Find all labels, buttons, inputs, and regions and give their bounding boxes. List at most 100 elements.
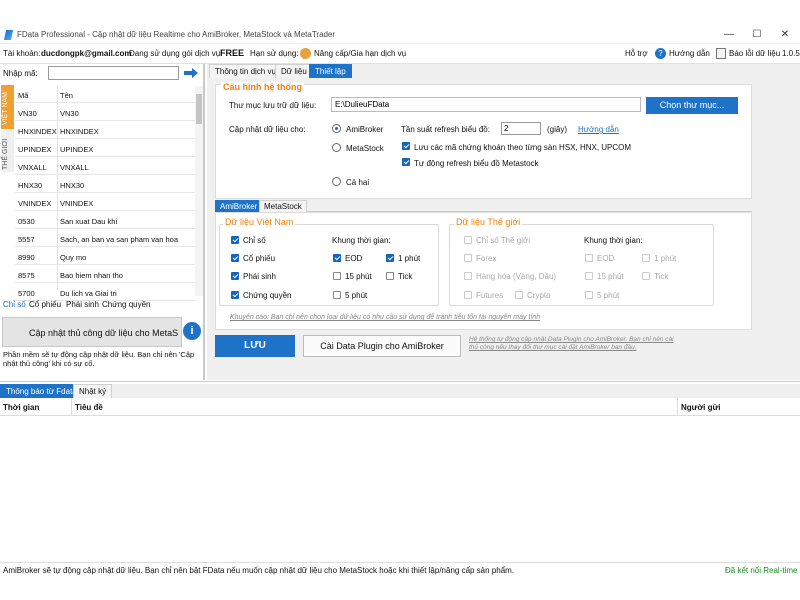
tab-chung-quyen[interactable]: Chứng quyền (102, 300, 151, 309)
symbol-row[interactable]: VNINDEX VNINDEX (15, 194, 195, 211)
world-5min-checkbox[interactable] (585, 291, 593, 299)
world-eod-checkbox[interactable] (585, 254, 593, 262)
col-name: Tên (60, 91, 73, 100)
vn-eod-label: EOD (345, 254, 363, 263)
symbol-name: San xuat Dau khi (60, 217, 118, 226)
system-config-title: Cấu hình hệ thống (221, 82, 304, 92)
symbol-row[interactable]: 8990 Quy mo (15, 248, 195, 265)
world-1min-label: 1 phút (654, 254, 677, 263)
vn-data-title: Dữ liệu Việt Nam (223, 217, 296, 227)
vn-chung-quyen-label: Chứng quyền (243, 291, 292, 300)
world-5min-label: 5 phút (597, 291, 620, 300)
bug-report-icon (716, 48, 726, 59)
vn-eod-checkbox[interactable] (333, 254, 341, 262)
world-futures-label: Futures (476, 291, 504, 300)
symbol-input[interactable] (48, 66, 179, 80)
world-15min-checkbox[interactable] (585, 272, 593, 280)
tab-amibroker[interactable]: AmiBroker (215, 200, 263, 212)
arrow-right-icon[interactable] (183, 67, 199, 79)
world-index-checkbox[interactable] (464, 236, 472, 244)
log-panel: Thông báo từ Fdata Nhật ký Thời gian Tiê… (0, 381, 800, 561)
symbol-row[interactable]: UPINDEX UPINDEX (15, 140, 195, 157)
symbol-row[interactable]: HNXINDEX HNXINDEX (15, 122, 195, 139)
vn-15min-checkbox[interactable] (333, 272, 341, 280)
tab-service-info[interactable]: Thông tin dịch vụ (209, 64, 282, 78)
world-tick-checkbox[interactable] (642, 272, 650, 280)
log-tab-strip: Thông báo từ Fdata Nhật ký (0, 384, 800, 398)
world-1min-checkbox[interactable] (642, 254, 650, 262)
symbol-code: 5700 (18, 289, 35, 298)
status-bar: AmiBroker sẽ tự động cập nhật dữ liệu. B… (0, 562, 800, 576)
version-label: 1.0.5 (782, 49, 800, 58)
side-tab-world[interactable]: THẾ GIỚI (1, 130, 14, 172)
refresh-stepper[interactable] (501, 122, 541, 135)
symbol-code: UPINDEX (18, 145, 52, 154)
world-forex-checkbox[interactable] (464, 254, 472, 262)
symbol-name: Sach, an ban va san pham van hoa (60, 235, 179, 244)
symbol-row[interactable]: VNXALL VNXALL (15, 158, 195, 175)
symbol-name: HNXINDEX (60, 127, 99, 136)
manual-update-button[interactable]: Cập nhật thủ công dữ liệu cho MetaS (2, 317, 182, 347)
maximize-button[interactable]: ☐ (744, 28, 770, 42)
install-plugin-button[interactable]: Cài Data Plugin cho AmiBroker (303, 335, 461, 357)
info-icon: i (183, 322, 201, 340)
vn-chi-so-checkbox[interactable] (231, 236, 239, 244)
symbol-row[interactable]: VN30 VN30 (15, 104, 195, 121)
radio-both[interactable] (332, 177, 341, 186)
vn-phai-sinh-checkbox[interactable] (231, 272, 239, 280)
world-commodity-checkbox[interactable] (464, 272, 472, 280)
guide-link[interactable]: Hướng dẫn (669, 49, 710, 58)
upgrade-icon (300, 48, 311, 59)
auto-refresh-label: Tự động refresh biểu đồ Metastock (414, 159, 539, 168)
recommendation-text: Khuyến cáo: Bạn chỉ nên chọn loại dữ liệ… (230, 314, 541, 321)
symbol-row[interactable]: 0530 San xuat Dau khi (15, 212, 195, 229)
vn-chung-quyen-checkbox[interactable] (231, 291, 239, 299)
tab-log[interactable]: Nhật ký (73, 384, 113, 398)
symbol-row[interactable]: 5557 Sach, an ban va san pham van hoa (15, 230, 195, 247)
vn-tick-label: Tick (398, 272, 413, 281)
minimize-button[interactable]: — (716, 28, 742, 42)
radio-metastock[interactable] (332, 143, 341, 152)
world-futures-checkbox[interactable] (464, 291, 472, 299)
symbol-row[interactable]: HNX30 HNX30 (15, 176, 195, 193)
tab-notifications[interactable]: Thông báo từ Fdata (0, 384, 83, 398)
tab-data[interactable]: Dữ liệu (275, 64, 313, 78)
side-tab-vietnam-label: VIỆT NAM (2, 92, 9, 125)
save-by-exchange-checkbox[interactable] (402, 142, 410, 150)
vn-co-phieu-checkbox[interactable] (231, 254, 239, 262)
tab-co-phieu[interactable]: Cổ phiếu (29, 300, 61, 309)
folder-label: Thư mục lưu trữ dữ liệu: (229, 101, 317, 110)
world-crypto-checkbox[interactable] (515, 291, 523, 299)
vn-1min-checkbox[interactable] (386, 254, 394, 262)
radio-amibroker[interactable] (332, 124, 341, 133)
vn-tick-checkbox[interactable] (386, 272, 394, 280)
auto-refresh-checkbox[interactable] (402, 158, 410, 166)
vn-5min-label: 5 phút (345, 291, 368, 300)
radio-both-label: Cả hai (346, 178, 370, 187)
save-button[interactable]: LƯU (215, 335, 295, 357)
support-link[interactable]: Hỗ trợ (625, 49, 648, 58)
tab-chi-so[interactable]: Chỉ số (3, 300, 26, 309)
vn-5min-checkbox[interactable] (333, 291, 341, 299)
vn-co-phieu-label: Cổ phiếu (243, 254, 276, 263)
platform-tab-strip: AmiBroker MetaStock (215, 200, 752, 212)
side-tab-world-label: THẾ GIỚI (2, 138, 9, 170)
scrollbar-thumb[interactable] (196, 94, 202, 124)
tab-settings[interactable]: Thiết lập (309, 64, 352, 78)
upgrade-link[interactable]: Nâng cấp/Gia hạn dịch vụ (314, 49, 406, 58)
package-value: FREE (220, 48, 245, 58)
grid-scrollbar[interactable] (195, 86, 203, 296)
close-button[interactable]: ✕ (772, 28, 798, 42)
symbol-row[interactable]: 8575 Bao hiem nhan tho (15, 266, 195, 283)
side-tab-vietnam[interactable]: VIỆT NAM (1, 85, 14, 129)
choose-folder-button[interactable]: Chọn thư mục... (646, 97, 738, 114)
symbol-code: VNXALL (18, 163, 47, 172)
folder-input[interactable] (331, 97, 641, 112)
symbol-name: VNXALL (60, 163, 89, 172)
refresh-label: Tần suất refresh biểu đồ: (401, 125, 490, 134)
guide-settings-link[interactable]: Hướng dẫn (578, 125, 619, 134)
report-link[interactable]: Báo lỗi dữ liệu (729, 49, 780, 58)
tab-metastock[interactable]: MetaStock (259, 200, 307, 212)
tab-phai-sinh[interactable]: Phái sinh (66, 300, 99, 309)
vn-chi-so-label: Chỉ số (243, 236, 266, 245)
